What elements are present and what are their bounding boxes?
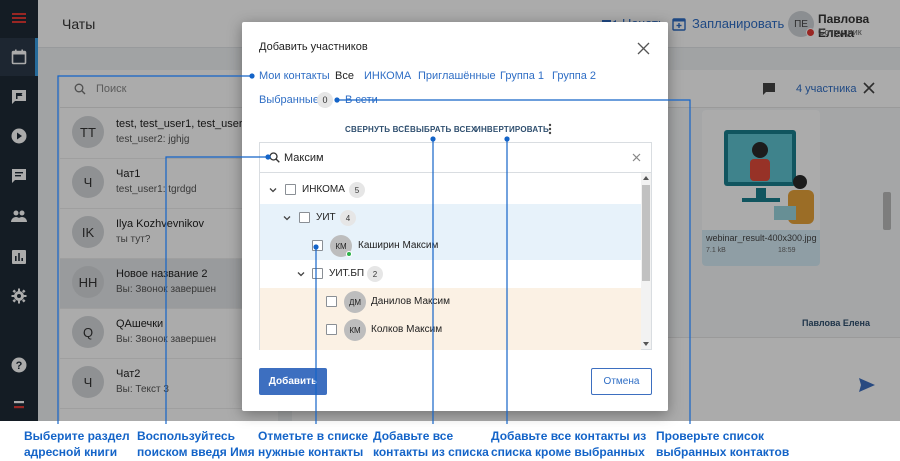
- scroll-down-arrow[interactable]: [643, 342, 649, 346]
- contact-checkbox[interactable]: [326, 296, 337, 307]
- contact-name: Колков Максим: [371, 324, 443, 335]
- collapse-all-button[interactable]: СВЕРНУТЬ ВСЁ: [345, 125, 410, 134]
- group-label: ИНКОМА: [302, 184, 345, 195]
- callout-text: контакты из списка: [373, 445, 489, 459]
- contact-name: Каширин Максим: [358, 240, 439, 251]
- tab-invited[interactable]: Приглашённые: [418, 70, 496, 82]
- avatar: КМ: [344, 319, 366, 341]
- callout-caption-address-book: Выберите раздел адресной книги: [24, 428, 130, 460]
- group-checkbox[interactable]: [299, 212, 310, 223]
- tab-group-1[interactable]: Группа 1: [500, 70, 544, 82]
- callout-caption-invert: Добавьте все контакты из списка кроме вы…: [491, 428, 646, 460]
- add-button[interactable]: Добавить: [259, 368, 327, 395]
- tab-incoma[interactable]: ИНКОМА: [364, 70, 411, 82]
- callout-text: Добавьте все контакты из: [491, 429, 647, 443]
- callout-text: адресной книги: [24, 445, 118, 459]
- callout-text: Выберите раздел: [24, 429, 130, 443]
- callout-text: Добавьте все: [373, 429, 454, 443]
- chevron-down-icon[interactable]: [297, 270, 305, 278]
- contact-search-input[interactable]: [284, 149, 624, 167]
- callout-text: списка кроме выбранных: [491, 445, 645, 459]
- group-count-badge: 4: [340, 210, 356, 226]
- scroll-up-arrow[interactable]: [643, 176, 649, 180]
- group-label: УИТ.БП: [329, 268, 365, 279]
- tree-group-row[interactable]: ИНКОМА 5: [260, 176, 641, 204]
- search-icon: [269, 152, 280, 163]
- clear-icon[interactable]: [632, 153, 641, 162]
- group-checkbox[interactable]: [285, 184, 296, 195]
- avatar: ДМ: [344, 291, 366, 313]
- chevron-down-icon[interactable]: [269, 186, 277, 194]
- online-status-dot: [346, 251, 352, 257]
- callout-text: нужные контакты: [258, 445, 364, 459]
- tree-scrollbar[interactable]: [641, 173, 651, 349]
- more-vertical-icon[interactable]: [547, 123, 553, 135]
- contact-search-field: [260, 143, 651, 173]
- add-participants-dialog: Добавить участников Мои контакты Все ИНК…: [242, 22, 668, 411]
- tab-my-contacts[interactable]: Мои контакты: [259, 70, 330, 82]
- invert-button[interactable]: ИНВЕРТИРОВАТЬ: [475, 125, 549, 134]
- tab-all[interactable]: Все: [335, 70, 354, 82]
- contacts-tree: ИНКОМА 5 УИТ 4 КМ Каширин Максим УИ: [259, 142, 652, 350]
- callout-caption-selected: Проверьте список выбранных контактов: [656, 428, 789, 460]
- tab-online[interactable]: В сети: [345, 94, 378, 106]
- tab-selected[interactable]: Выбранные: [259, 94, 319, 106]
- contact-checkbox[interactable]: [326, 324, 337, 335]
- callout-text: Отметьте в списке: [258, 429, 369, 443]
- select-all-button[interactable]: ВЫБРАТЬ ВСЕХ: [410, 125, 477, 134]
- close-icon[interactable]: [637, 42, 650, 55]
- callout-caption-search: Воспользуйтесь поиском введя Имя: [137, 428, 255, 460]
- cancel-button[interactable]: Отмена: [591, 368, 652, 395]
- group-label: УИТ: [316, 212, 336, 223]
- callout-text: Воспользуйтесь: [137, 429, 235, 443]
- callout-text: Проверьте список: [656, 429, 765, 443]
- tree-scroll-thumb[interactable]: [642, 185, 650, 281]
- callout-text: поиском введя Имя: [137, 445, 255, 459]
- dialog-title: Добавить участников: [259, 41, 368, 53]
- contact-checkbox[interactable]: [312, 240, 323, 251]
- group-checkbox[interactable]: [312, 268, 323, 279]
- tree-group-row[interactable]: УИТ.БП 2: [260, 260, 641, 288]
- callout-caption-select-all: Добавьте все контакты из списка: [373, 428, 489, 460]
- tab-group-2[interactable]: Группа 2: [552, 70, 596, 82]
- tree-contact-row[interactable]: КМ Каширин Максим: [260, 232, 641, 260]
- screenshot: ? Чаты Начать Запланировать ПЕ Павлова Е…: [0, 0, 900, 461]
- tree-contact-row[interactable]: КМ Колков Максим: [260, 316, 641, 350]
- group-count-badge: 5: [349, 182, 365, 198]
- tree-group-row[interactable]: УИТ 4: [260, 204, 641, 232]
- selected-count-badge: 0: [317, 92, 333, 108]
- tree-contact-row[interactable]: ДМ Данилов Максим: [260, 288, 641, 316]
- callout-caption-check: Отметьте в списке нужные контакты: [258, 428, 368, 460]
- callout-text: выбранных контактов: [656, 445, 790, 459]
- group-count-badge: 2: [367, 266, 383, 282]
- contact-name: Данилов Максим: [371, 296, 450, 307]
- chevron-down-icon[interactable]: [283, 214, 291, 222]
